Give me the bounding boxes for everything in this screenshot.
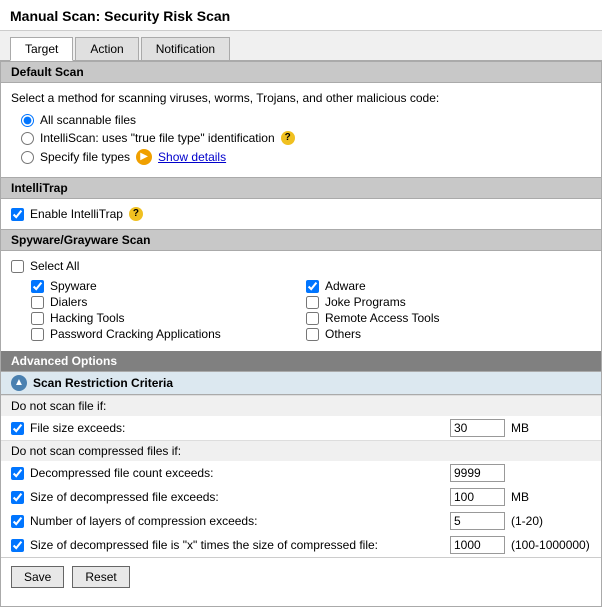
spyware-hacking-label: Hacking Tools (50, 311, 124, 325)
radio-specify-files-input[interactable] (21, 151, 34, 164)
radio-all-scannable-input[interactable] (21, 114, 34, 127)
compression-layers-row: Number of layers of compression exceeds:… (1, 509, 601, 533)
decompressed-size-row: Size of decompressed file exceeds: MB (1, 485, 601, 509)
size-ratio-input[interactable] (450, 536, 505, 554)
spyware-joke-checkbox[interactable] (306, 296, 319, 309)
tab-target[interactable]: Target (10, 37, 73, 61)
scan-restriction: ▲ Scan Restriction Criteria Do not scan … (1, 371, 601, 557)
spyware-others-row: Others (306, 327, 571, 341)
compressed-count-checkbox[interactable] (11, 467, 24, 480)
footer: Save Reset (1, 557, 601, 596)
scan-restriction-label: Scan Restriction Criteria (33, 376, 173, 390)
spyware-remote-checkbox[interactable] (306, 312, 319, 325)
save-button[interactable]: Save (11, 566, 64, 588)
file-size-input[interactable] (450, 419, 505, 437)
do-not-scan-label: Do not scan file if: (1, 395, 601, 416)
spyware-dialers-checkbox[interactable] (31, 296, 44, 309)
radio-intelliscan-input[interactable] (21, 132, 34, 145)
collapse-icon[interactable]: ▲ (11, 375, 27, 391)
intellitrap-enable-row: Enable IntelliTrap ? (11, 205, 591, 223)
select-all-checkbox[interactable] (11, 260, 24, 273)
file-size-checkbox[interactable] (11, 422, 24, 435)
tab-content: Default Scan Select a method for scannin… (0, 61, 602, 607)
spyware-dialers-row: Dialers (31, 295, 296, 309)
spyware-others-label: Others (325, 327, 361, 341)
spyware-hacking-row: Hacking Tools (31, 311, 296, 325)
page-title: Manual Scan: Security Risk Scan (0, 0, 602, 31)
tab-action[interactable]: Action (75, 37, 138, 60)
spyware-spyware-row: Spyware (31, 279, 296, 293)
spyware-remote-row: Remote Access Tools (306, 311, 571, 325)
select-all-row: Select All (11, 257, 591, 275)
file-size-label: File size exceeds: (30, 421, 444, 435)
show-details-icon[interactable]: ▶ (136, 149, 152, 165)
decompressed-size-label: Size of decompressed file exceeds: (30, 490, 444, 504)
radio-all-scannable: All scannable files (21, 111, 581, 129)
intellitrap-enable-label: Enable IntelliTrap (30, 207, 123, 221)
intellitrap-checkbox[interactable] (11, 208, 24, 221)
spyware-adware-checkbox[interactable] (306, 280, 319, 293)
spyware-adware-row: Adware (306, 279, 571, 293)
radio-intelliscan: IntelliScan: uses "true file type" ident… (21, 129, 581, 147)
spyware-spyware-checkbox[interactable] (31, 280, 44, 293)
spyware-body: Select All Spyware Adware Dialers Joke P… (1, 251, 601, 351)
intellitrap-body: Enable IntelliTrap ? (1, 199, 601, 229)
tab-bar: Target Action Notification (0, 31, 602, 61)
scan-restriction-header: ▲ Scan Restriction Criteria (1, 371, 601, 395)
spyware-spyware-label: Spyware (50, 279, 97, 293)
decompressed-size-unit: MB (511, 490, 591, 504)
compression-layers-checkbox[interactable] (11, 515, 24, 528)
size-ratio-row: Size of decompressed file is "x" times t… (1, 533, 601, 557)
spyware-password-row: Password Cracking Applications (31, 327, 296, 341)
spyware-remote-label: Remote Access Tools (325, 311, 440, 325)
intellitrap-header: IntelliTrap (1, 177, 601, 199)
default-scan-body: Select a method for scanning viruses, wo… (1, 83, 601, 177)
spyware-password-label: Password Cracking Applications (50, 327, 221, 341)
radio-specify-files-label: Specify file types (40, 150, 130, 164)
spyware-header: Spyware/Grayware Scan (1, 229, 601, 251)
compression-layers-label: Number of layers of compression exceeds: (30, 514, 444, 528)
file-size-row: File size exceeds: MB (1, 416, 601, 440)
scan-method-group: All scannable files IntelliScan: uses "t… (11, 107, 591, 171)
spyware-others-checkbox[interactable] (306, 328, 319, 341)
select-all-label: Select All (30, 259, 79, 273)
spyware-joke-label: Joke Programs (325, 295, 406, 309)
size-ratio-label: Size of decompressed file is "x" times t… (30, 538, 444, 552)
size-ratio-checkbox[interactable] (11, 539, 24, 552)
size-ratio-unit: (100-1000000) (511, 538, 591, 552)
compression-layers-unit: (1-20) (511, 514, 591, 528)
spyware-adware-label: Adware (325, 279, 366, 293)
radio-intelliscan-label: IntelliScan: uses "true file type" ident… (40, 131, 275, 145)
compressed-count-input[interactable] (450, 464, 505, 482)
decompressed-size-checkbox[interactable] (11, 491, 24, 504)
default-scan-description: Select a method for scanning viruses, wo… (11, 89, 591, 107)
reset-button[interactable]: Reset (72, 566, 129, 588)
file-size-unit: MB (511, 421, 591, 435)
intelliscan-info-icon[interactable]: ? (281, 131, 295, 145)
do-not-scan-compressed-label: Do not scan compressed files if: (1, 440, 601, 461)
spyware-joke-row: Joke Programs (306, 295, 571, 309)
compressed-count-row: Decompressed file count exceeds: (1, 461, 601, 485)
tab-notification[interactable]: Notification (141, 37, 230, 60)
spyware-hacking-checkbox[interactable] (31, 312, 44, 325)
intellitrap-info-icon[interactable]: ? (129, 207, 143, 221)
spyware-grid: Spyware Adware Dialers Joke Programs Hac… (11, 275, 591, 345)
decompressed-size-input[interactable] (450, 488, 505, 506)
radio-specify-files: Specify file types ▶ Show details (21, 147, 581, 167)
spyware-dialers-label: Dialers (50, 295, 87, 309)
spyware-password-checkbox[interactable] (31, 328, 44, 341)
show-details-link[interactable]: Show details (158, 150, 226, 164)
radio-all-scannable-label: All scannable files (40, 113, 136, 127)
compressed-count-label: Decompressed file count exceeds: (30, 466, 444, 480)
advanced-options-header: Advanced Options (1, 351, 601, 371)
default-scan-header: Default Scan (1, 61, 601, 83)
compression-layers-input[interactable] (450, 512, 505, 530)
